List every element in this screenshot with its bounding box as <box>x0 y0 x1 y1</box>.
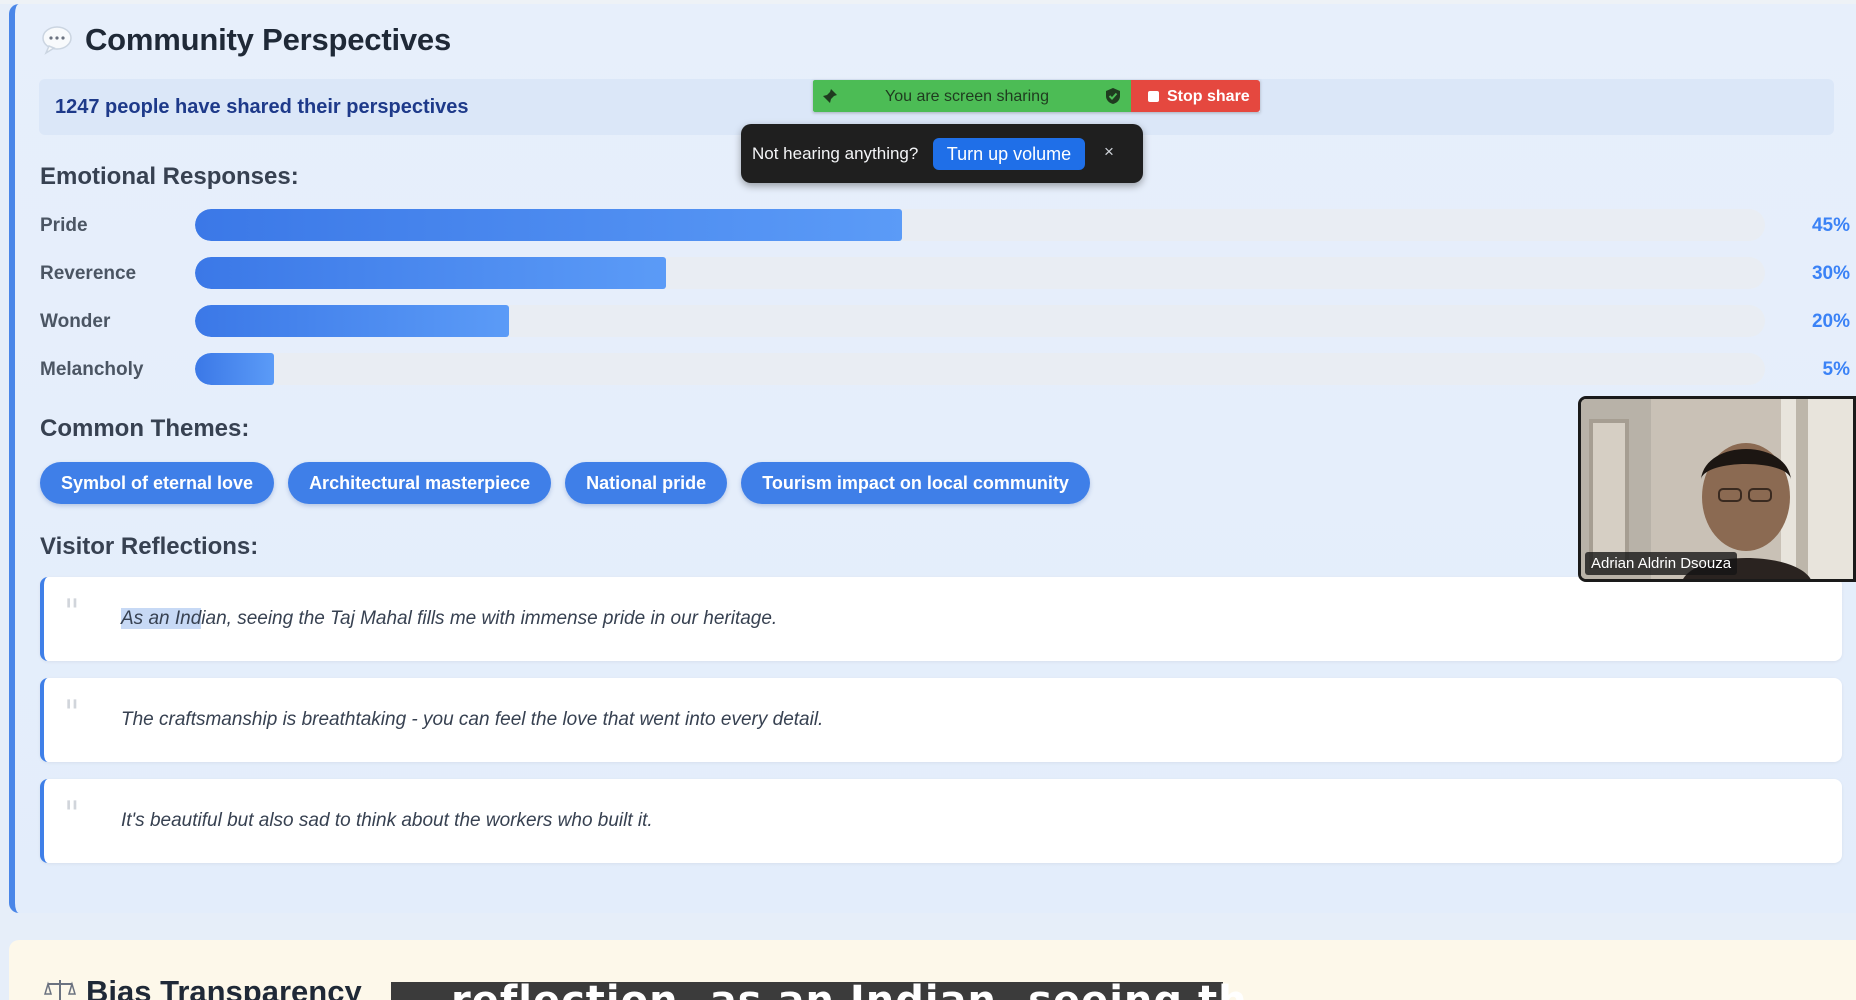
live-caption: reflection, as an Indian, seeing th <box>391 978 1247 1000</box>
shield-check-icon <box>1106 88 1120 104</box>
reflection-text[interactable]: It's beautiful but also sad to think abo… <box>121 810 653 832</box>
speech-bubble-icon <box>42 26 72 55</box>
visitor-reflections-heading: Visitor Reflections: <box>40 533 259 560</box>
response-bar-fill <box>195 257 666 289</box>
theme-tags: Symbol of eternal love Architectural mas… <box>40 462 1090 504</box>
theme-tag[interactable]: Tourism impact on local community <box>741 462 1090 504</box>
selected-text: As an Ind <box>121 608 202 629</box>
reflection-text-rest: The craftsmanship is breathtaking - you … <box>121 709 824 730</box>
reflection-text[interactable]: As an Indian, seeing the Taj Mahal fills… <box>121 608 777 630</box>
response-bar-track <box>195 353 1765 385</box>
scale-icon <box>44 980 76 1000</box>
theme-tag[interactable]: Symbol of eternal love <box>40 462 275 504</box>
volume-toast: Not hearing anything? Turn up volume × <box>741 124 1143 183</box>
response-label: Melancholy <box>40 359 144 380</box>
response-bar-fill <box>195 353 274 385</box>
response-row-melancholy: Melancholy 5% <box>40 353 1850 385</box>
screen-share-bar: You are screen sharing Stop share <box>813 80 1260 112</box>
participant-video-tile[interactable]: Adrian Aldrin Dsouza <box>1578 396 1856 582</box>
emotional-responses-heading: Emotional Responses: <box>40 163 299 190</box>
screen-share-status[interactable]: You are screen sharing <box>813 80 1131 112</box>
stop-share-button[interactable]: Stop share <box>1131 80 1260 112</box>
response-row-pride: Pride 45% <box>40 209 1850 241</box>
response-label: Wonder <box>40 311 111 332</box>
reflection-text[interactable]: The craftsmanship is breathtaking - you … <box>121 709 823 731</box>
shared-count-text: 1247 people have shared their perspectiv… <box>55 96 469 118</box>
reflection-card: " The craftsmanship is breathtaking - yo… <box>40 678 1842 762</box>
participant-name: Adrian Aldrin Dsouza <box>1585 552 1738 575</box>
response-percent: 20% <box>1811 311 1850 332</box>
quote-mark-icon: " <box>64 794 80 834</box>
caption-text: reflection, as an Indian, seeing th <box>451 978 1248 1000</box>
response-bar-track <box>195 305 1765 337</box>
reflection-text-rest: ian, seeing the Taj Mahal fills me with … <box>201 608 778 629</box>
response-bar-track <box>195 209 1765 241</box>
turn-up-volume-button[interactable]: Turn up volume <box>933 138 1085 170</box>
response-percent: 5% <box>1822 359 1850 380</box>
reflection-card: " It's beautiful but also sad to think a… <box>40 779 1842 863</box>
reflection-text-rest: It's beautiful but also sad to think abo… <box>121 810 653 831</box>
volume-toast-message: Not hearing anything? <box>752 144 919 163</box>
close-icon[interactable]: × <box>1104 142 1114 162</box>
screen-share-label: You are screen sharing <box>885 88 1049 105</box>
quote-mark-icon: " <box>64 693 80 733</box>
response-row-reverence: Reverence 30% <box>40 257 1850 289</box>
response-percent: 30% <box>1811 263 1850 284</box>
reflection-card: " As an Indian, seeing the Taj Mahal fil… <box>40 577 1842 661</box>
quote-mark-icon: " <box>64 592 80 632</box>
response-bar-fill <box>195 305 509 337</box>
response-bar-track <box>195 257 1765 289</box>
stop-share-label: Stop share <box>1167 88 1250 105</box>
page-title: Community Perspectives <box>85 22 452 57</box>
theme-tag[interactable]: National pride <box>565 462 728 504</box>
theme-tag[interactable]: Architectural masterpiece <box>288 462 552 504</box>
section-title: Community Perspectives <box>41 22 451 58</box>
bias-transparency-title: Bias Transparency <box>86 974 362 1000</box>
response-row-wonder: Wonder 20% <box>40 305 1850 337</box>
stop-icon <box>1148 91 1159 102</box>
common-themes-heading: Common Themes: <box>40 415 250 442</box>
response-percent: 45% <box>1811 215 1850 236</box>
response-label: Pride <box>40 215 88 236</box>
pin-icon[interactable] <box>821 87 839 105</box>
response-label: Reverence <box>40 263 137 284</box>
response-bar-fill <box>195 209 902 241</box>
